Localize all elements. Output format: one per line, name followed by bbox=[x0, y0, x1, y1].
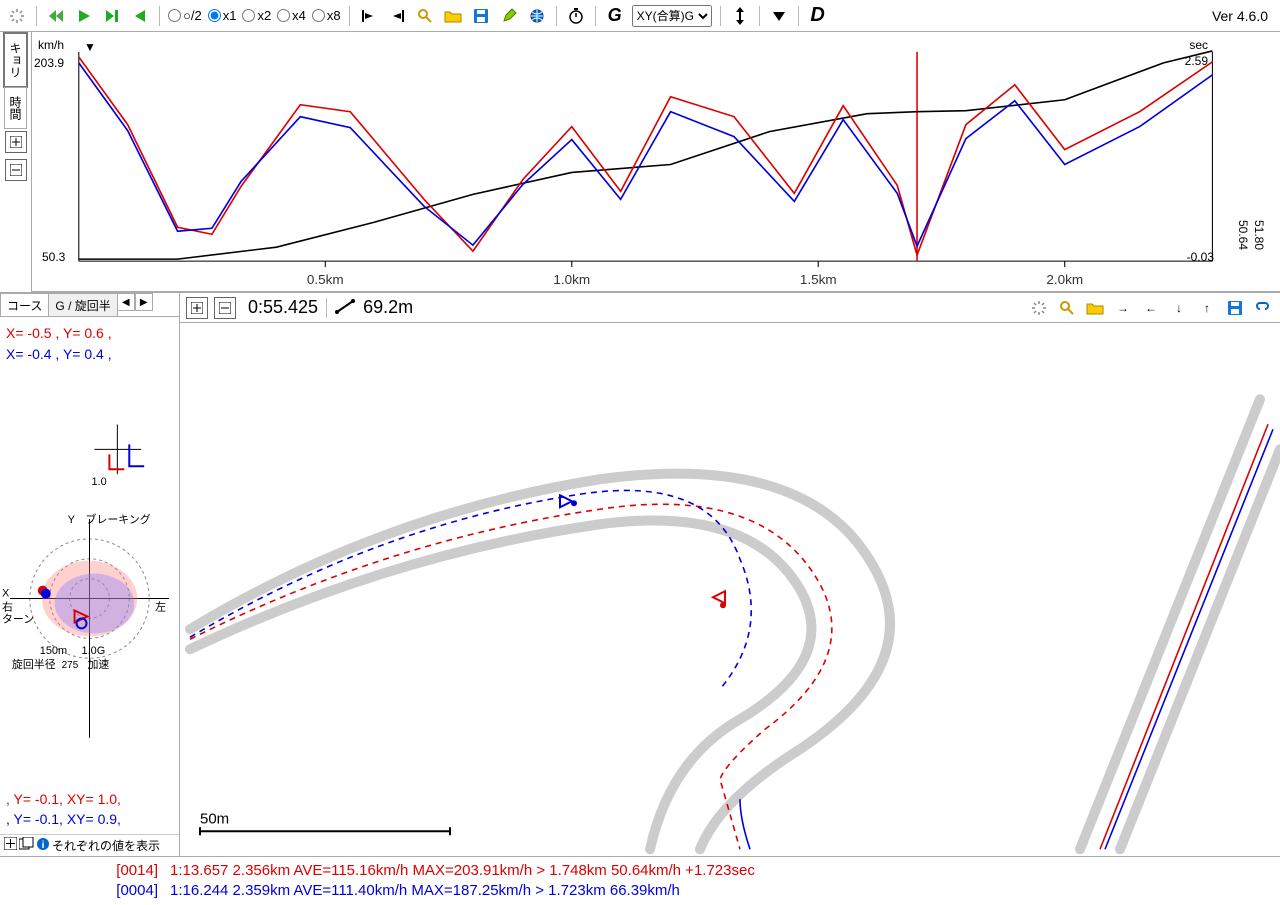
arrow-up-icon[interactable]: ↑ bbox=[1196, 297, 1218, 319]
svg-text:左: 左 bbox=[155, 600, 166, 613]
height-icon[interactable] bbox=[729, 5, 751, 27]
speed-x1-radio[interactable]: x1 bbox=[208, 8, 237, 23]
y2-unit: sec bbox=[1189, 38, 1208, 52]
svg-text:Y: Y bbox=[68, 514, 76, 526]
save-icon[interactable] bbox=[470, 5, 492, 27]
panel-prev-button[interactable]: ◀ bbox=[117, 293, 135, 311]
status-tag-1: [0014] bbox=[8, 861, 158, 881]
y-min-label: 50.3 bbox=[42, 250, 65, 264]
expand-plus-button[interactable] bbox=[5, 131, 27, 153]
xy-mode-select[interactable]: XY(合算)G bbox=[632, 5, 712, 27]
x-tick-1: 1.0km bbox=[553, 272, 590, 287]
scale-label: 50m bbox=[200, 810, 229, 827]
map-folder-icon[interactable] bbox=[1084, 297, 1106, 319]
y2-max: 2.59 bbox=[1185, 54, 1208, 68]
play-icon[interactable] bbox=[73, 5, 95, 27]
svg-text:150m: 150m bbox=[40, 645, 67, 657]
map-distance: 69.2m bbox=[363, 297, 413, 318]
play-step-icon[interactable] bbox=[101, 5, 123, 27]
map-clip-icon[interactable] bbox=[1252, 297, 1274, 319]
chart-side-tabs: キョリ 時間 bbox=[0, 32, 32, 292]
svg-text:1.0G: 1.0G bbox=[82, 645, 106, 657]
map-time: 0:55.425 bbox=[248, 297, 318, 318]
track-map[interactable]: 50m bbox=[180, 323, 1280, 856]
g-readout2-blue: , Y= -0.1, XY= 0.9, bbox=[6, 810, 173, 830]
svg-text:ブレーキング: ブレーキング bbox=[86, 512, 151, 526]
panel-footer: i それぞれの値を表示 bbox=[0, 834, 179, 856]
map-save-icon[interactable] bbox=[1224, 297, 1246, 319]
svg-text:X: X bbox=[2, 588, 10, 600]
g-force-panel: コース G / 旋回半 ◀ ▶ X= -0.5 , Y= 0.6 , X= -0… bbox=[0, 293, 180, 856]
panel-next-button[interactable]: ▶ bbox=[135, 293, 153, 311]
arrow-right-icon[interactable]: → bbox=[1112, 297, 1134, 319]
x-tick-0: 0.5km bbox=[307, 272, 344, 287]
g-readout2-red: , Y= -0.1, XY= 1.0, bbox=[6, 790, 173, 810]
far-right-val2: 51.80 bbox=[1252, 220, 1266, 250]
x-tick-3: 2.0km bbox=[1046, 272, 1083, 287]
timer-icon[interactable] bbox=[565, 5, 587, 27]
speed-x8-radio[interactable]: x8 bbox=[312, 8, 341, 23]
tab-kyori[interactable]: キョリ bbox=[3, 32, 28, 88]
map-plus-button[interactable] bbox=[186, 297, 208, 319]
tab-jikan[interactable]: 時間 bbox=[4, 87, 27, 129]
svg-text:ターン: ターン bbox=[2, 612, 34, 625]
status-bar: [0014] 1:13.657 2.356km AVE=115.16km/h M… bbox=[0, 856, 1280, 905]
align-right-icon[interactable] bbox=[386, 5, 408, 27]
align-left-icon[interactable] bbox=[358, 5, 380, 27]
tab-course[interactable]: コース bbox=[0, 293, 49, 316]
x-tick-2: 1.5km bbox=[800, 272, 837, 287]
status-text-2: 1:16.244 2.359km AVE=111.40km/h MAX=187.… bbox=[170, 881, 680, 901]
y-max-label: 203.9 bbox=[34, 56, 64, 70]
folder-open-icon[interactable] bbox=[442, 5, 464, 27]
globe-icon[interactable] bbox=[526, 5, 548, 27]
arrow-down-icon[interactable]: ↓ bbox=[1168, 297, 1190, 319]
svg-text:1.0: 1.0 bbox=[91, 476, 106, 488]
speed-chart[interactable]: km/h ▼ 203.9 50.3 sec 2.59 -0.03 50.64 5… bbox=[32, 32, 1280, 292]
svg-text:275: 275 bbox=[62, 660, 79, 671]
main-toolbar: ○/2 x1 x2 x4 x8 G XY(合算)G D Ver 4.6.0 bbox=[0, 0, 1280, 32]
zoom-icon[interactable] bbox=[414, 5, 436, 27]
far-right-val1: 50.64 bbox=[1236, 220, 1250, 250]
g-readout-red: X= -0.5 , Y= 0.6 , bbox=[6, 323, 173, 344]
foot-info-icon[interactable]: i bbox=[36, 837, 50, 854]
zoom-half-radio[interactable]: ○/2 bbox=[168, 8, 202, 23]
tab-g-turn[interactable]: G / 旋回半 bbox=[48, 293, 117, 316]
svg-text:右: 右 bbox=[2, 599, 13, 613]
map-loading-icon[interactable] bbox=[1028, 297, 1050, 319]
version-label: Ver 4.6.0 bbox=[1212, 8, 1274, 24]
svg-text:i: i bbox=[42, 840, 45, 851]
status-tag-2: [0004] bbox=[8, 881, 158, 901]
speed-x4-radio[interactable]: x4 bbox=[277, 8, 306, 23]
arrow-left-icon[interactable]: ← bbox=[1140, 297, 1162, 319]
svg-text:加速: 加速 bbox=[88, 658, 110, 671]
dropdown-icon[interactable] bbox=[768, 5, 790, 27]
edit-icon[interactable] bbox=[498, 5, 520, 27]
g-button[interactable]: G bbox=[604, 5, 626, 27]
svg-text:旋回半径: 旋回半径 bbox=[12, 657, 56, 671]
foot-plus-icon[interactable] bbox=[4, 837, 17, 853]
rewind-icon[interactable] bbox=[45, 5, 67, 27]
map-zoom-icon[interactable] bbox=[1056, 297, 1078, 319]
y2-min: -0.03 bbox=[1187, 250, 1214, 264]
cursor-marker-icon: ▼ bbox=[84, 40, 96, 54]
foot-text: それぞれの値を表示 bbox=[52, 837, 160, 854]
foot-dup-icon[interactable] bbox=[19, 837, 34, 853]
map-panel: 0:55.425 69.2m → ← ↓ ↑ bbox=[180, 293, 1280, 856]
g-force-plot[interactable]: 1.0 bbox=[0, 371, 179, 786]
loading-icon[interactable] bbox=[6, 5, 28, 27]
map-minus-button[interactable] bbox=[214, 297, 236, 319]
g-readout-blue: X= -0.4 , Y= 0.4 , bbox=[6, 344, 173, 365]
d-button[interactable]: D bbox=[807, 5, 829, 27]
ruler-icon[interactable] bbox=[335, 298, 357, 317]
status-text-1: 1:13.657 2.356km AVE=115.16km/h MAX=203.… bbox=[170, 861, 755, 881]
back-icon[interactable] bbox=[129, 5, 151, 27]
speed-x2-radio[interactable]: x2 bbox=[242, 8, 271, 23]
y-axis-unit: km/h bbox=[38, 38, 64, 52]
collapse-minus-button[interactable] bbox=[5, 159, 27, 181]
